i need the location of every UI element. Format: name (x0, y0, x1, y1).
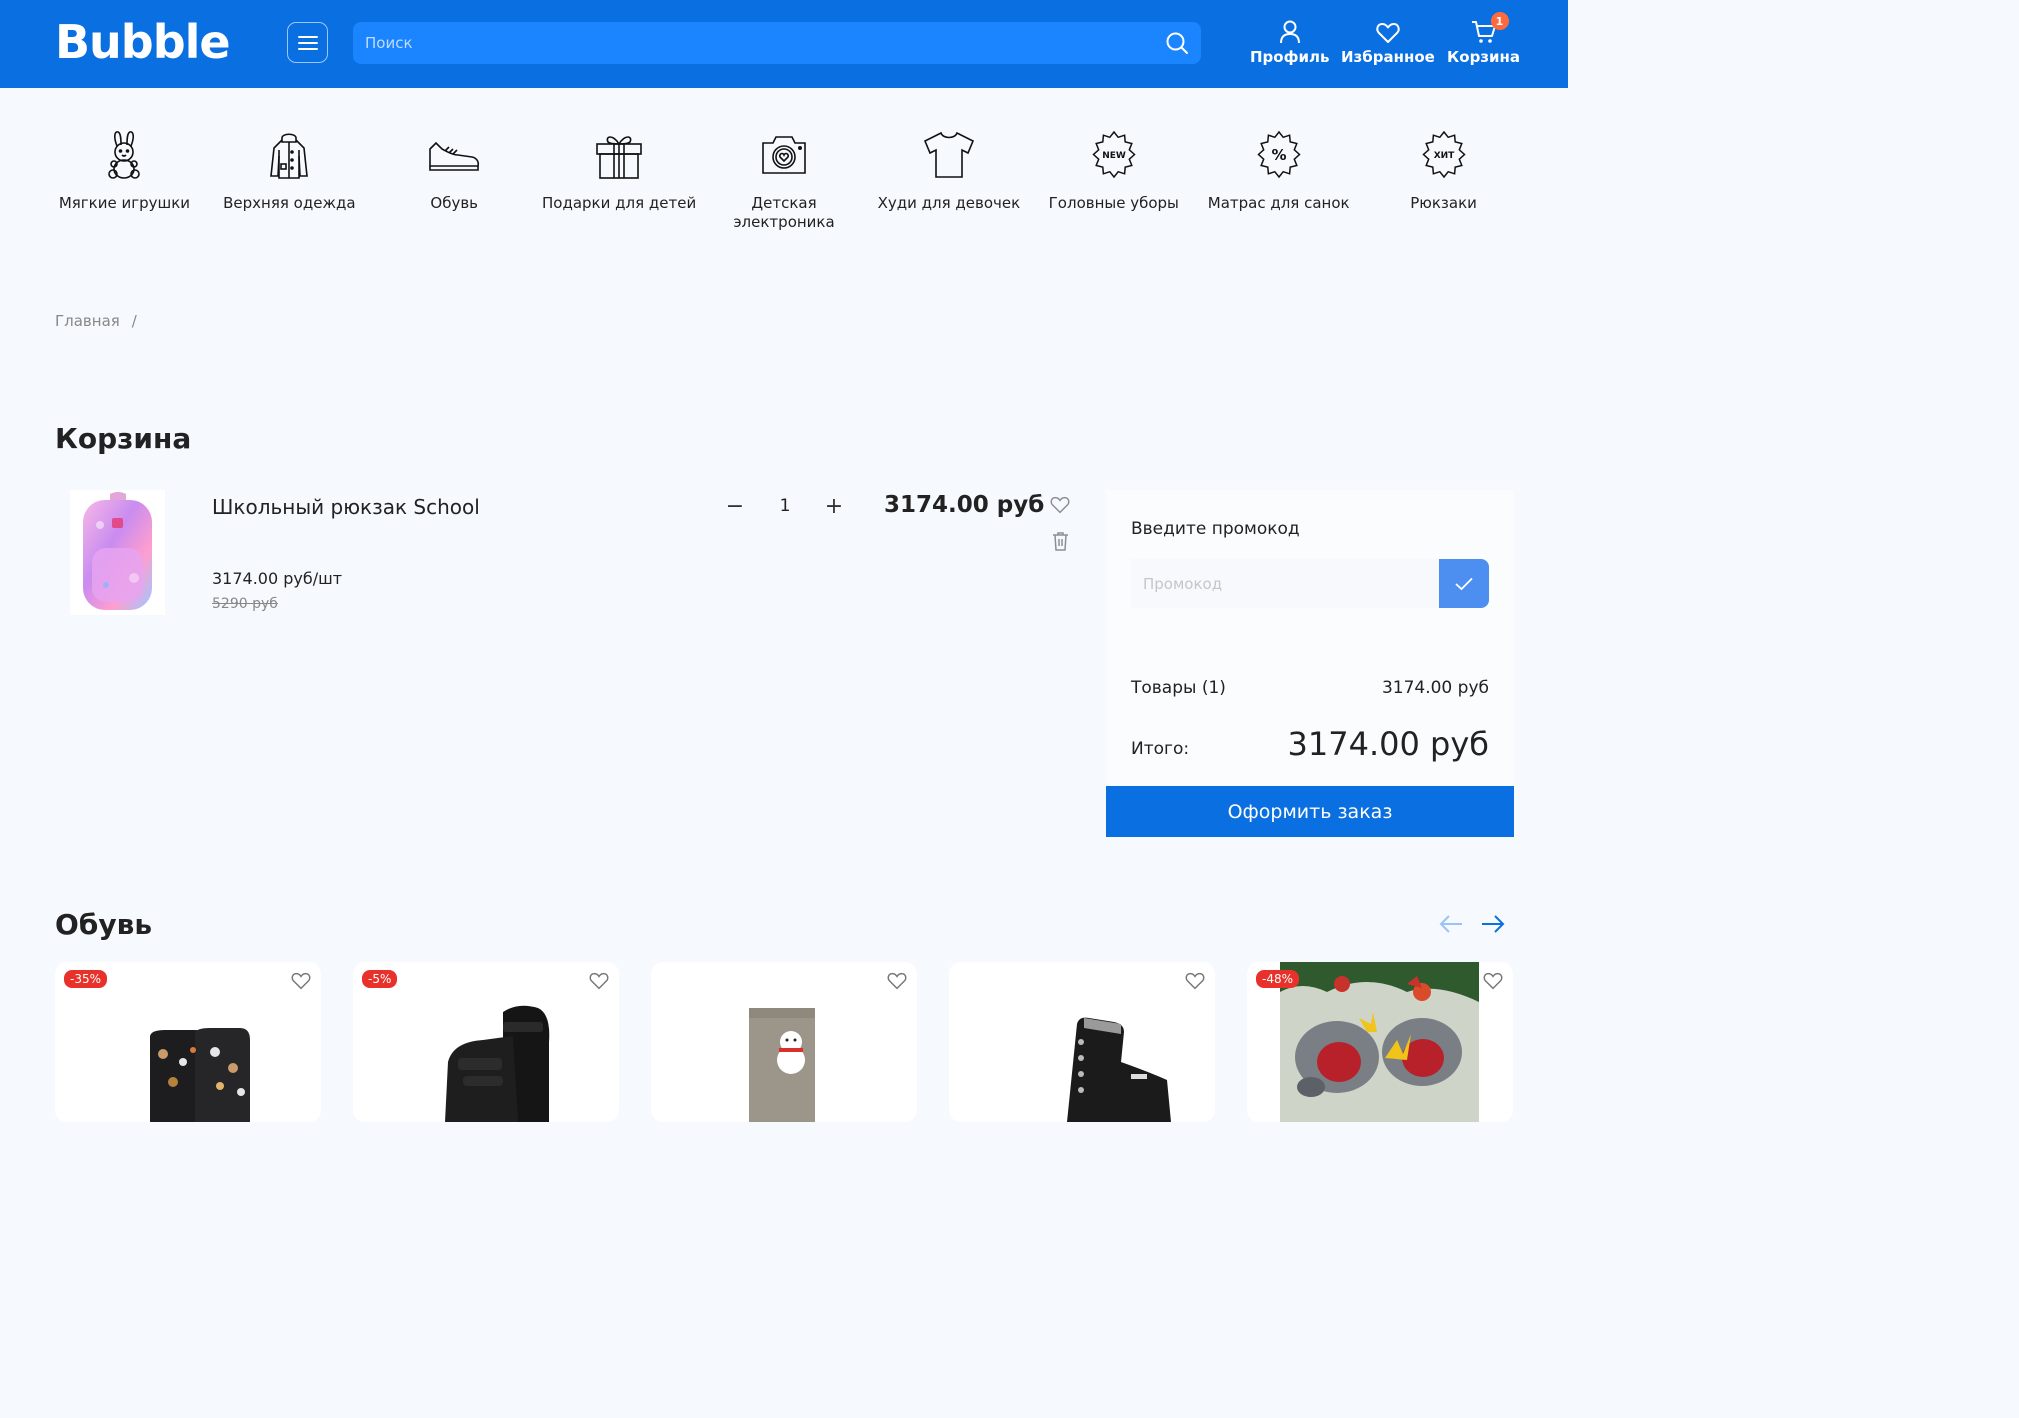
breadcrumb-separator: / (131, 312, 137, 330)
checkout-button[interactable]: Оформить заказ (1106, 786, 1514, 837)
product-image[interactable] (70, 490, 165, 615)
category-hoodies[interactable]: Худи для девочек (866, 128, 1031, 232)
category-label: Обувь (430, 194, 479, 212)
profile-label: Профиль (1250, 48, 1330, 66)
promo-code-input[interactable] (1131, 559, 1441, 608)
goods-sum-value: 3174.00 руб (1381, 678, 1489, 698)
camera-icon (762, 136, 806, 174)
bunny-icon (108, 131, 141, 179)
add-to-favorites-icon[interactable] (1050, 496, 1070, 514)
search-input[interactable] (353, 22, 1153, 64)
category-label: Мягкие игрушки (58, 194, 191, 212)
category-hats[interactable]: NEW Головные уборы (1031, 128, 1196, 232)
category-bar: Мягкие игрушки Верхняя одежда Обувь Пода… (42, 128, 1526, 232)
search-bar (353, 22, 1201, 64)
svg-text:%: % (1271, 146, 1286, 164)
check-icon (1455, 577, 1473, 590)
order-summary: Введите промокод Товары (1) 3174.00 руб … (1106, 490, 1514, 785)
cart-label: Корзина (1447, 48, 1521, 66)
category-label: Рюкзаки (1410, 194, 1477, 212)
cart-link[interactable]: 1 Корзина (1447, 12, 1521, 66)
favorites-link[interactable]: Избранное (1341, 18, 1435, 66)
sneaker-icon (429, 141, 480, 171)
unit-price: 3174.00 руб/шт (212, 569, 343, 588)
item-total-price: 3174.00 руб (884, 492, 1045, 518)
breadcrumb-home-link[interactable]: Главная (55, 312, 120, 330)
profile-link[interactable]: Профиль (1250, 18, 1329, 66)
category-label: Подарки для детей (542, 194, 697, 212)
black-winter-boots-image (1067, 1017, 1171, 1122)
category-electronics[interactable]: Детская электроника (702, 128, 867, 232)
hit-badge-icon: ХИТ (1421, 130, 1466, 179)
backpack-image (83, 492, 152, 610)
promo-title: Введите промокод (1131, 519, 1300, 539)
heart-icon[interactable] (589, 972, 609, 990)
jacket-icon (270, 133, 309, 179)
product-card[interactable]: -48% (1247, 962, 1513, 1122)
search-icon[interactable] (1165, 31, 1189, 55)
trash-icon[interactable] (1052, 531, 1069, 551)
quantity-value[interactable]: 1 (768, 492, 802, 520)
apply-promo-button[interactable] (1439, 559, 1489, 608)
logo[interactable]: Bubble (55, 14, 231, 70)
heart-icon[interactable] (887, 972, 907, 990)
svg-text:NEW: NEW (1102, 151, 1126, 161)
category-gifts[interactable]: Подарки для детей (537, 128, 702, 232)
percent-badge-icon: % (1257, 130, 1301, 179)
total-label: Итого: (1131, 739, 1190, 759)
heart-icon (1376, 23, 1400, 43)
old-price: 5290 руб (212, 596, 278, 612)
heart-icon[interactable] (291, 972, 311, 990)
discount-badge: -48% (1256, 970, 1300, 988)
hamburger-icon (297, 35, 318, 50)
quantity-increase-button[interactable]: + (822, 492, 846, 520)
page-title: Корзина (55, 422, 192, 455)
category-backpacks[interactable]: ХИТ Рюкзаки (1361, 128, 1526, 232)
total-value: 3174.00 руб (1287, 725, 1489, 763)
new-badge-icon: NEW (1092, 130, 1136, 179)
tshirt-icon (923, 131, 974, 178)
favorites-label: Избранное (1341, 48, 1435, 66)
menu-button[interactable] (287, 22, 328, 63)
category-label: Головные уборы (1048, 194, 1179, 212)
product-name[interactable]: Школьный рюкзак School (212, 495, 480, 519)
discount-badge: -35% (64, 970, 108, 988)
product-card[interactable] (949, 962, 1215, 1122)
category-label: Верхняя одежда (223, 194, 356, 212)
category-shoes[interactable]: Обувь (372, 128, 537, 232)
section-title: Обувь (55, 908, 153, 941)
carousel-next-arrow-icon[interactable] (1480, 912, 1506, 936)
product-card[interactable]: -35% (55, 962, 321, 1122)
breadcrumb: Главная / (55, 312, 137, 330)
felt-boots-image (749, 1008, 815, 1122)
category-outerwear[interactable]: Верхняя одежда (207, 128, 372, 232)
goods-count-label: Товары (1) (1131, 678, 1226, 698)
cart-count-badge: 1 (1490, 12, 1509, 30)
product-card[interactable] (651, 962, 917, 1122)
category-sled-mattress[interactable]: % Матрас для санок (1196, 128, 1361, 232)
product-carousel: -35% -5% -48% (55, 962, 1513, 1122)
category-label: Детская электроника (733, 194, 835, 231)
discount-badge: -5% (362, 970, 398, 988)
carousel-prev-arrow-icon[interactable] (1438, 912, 1464, 936)
gift-icon (596, 136, 642, 179)
category-soft-toys[interactable]: Мягкие игрушки (42, 128, 207, 232)
user-icon (1279, 20, 1300, 44)
header: Bubble Профиль Избранное (0, 0, 1568, 88)
heart-icon[interactable] (1483, 972, 1503, 990)
svg-text:ХИТ: ХИТ (1433, 151, 1454, 161)
quantity-decrease-button[interactable]: − (723, 492, 747, 520)
heart-icon[interactable] (1185, 972, 1205, 990)
category-label: Худи для девочек (877, 194, 1021, 212)
product-card[interactable]: -5% (353, 962, 619, 1122)
category-label: Матрас для санок (1207, 194, 1350, 212)
